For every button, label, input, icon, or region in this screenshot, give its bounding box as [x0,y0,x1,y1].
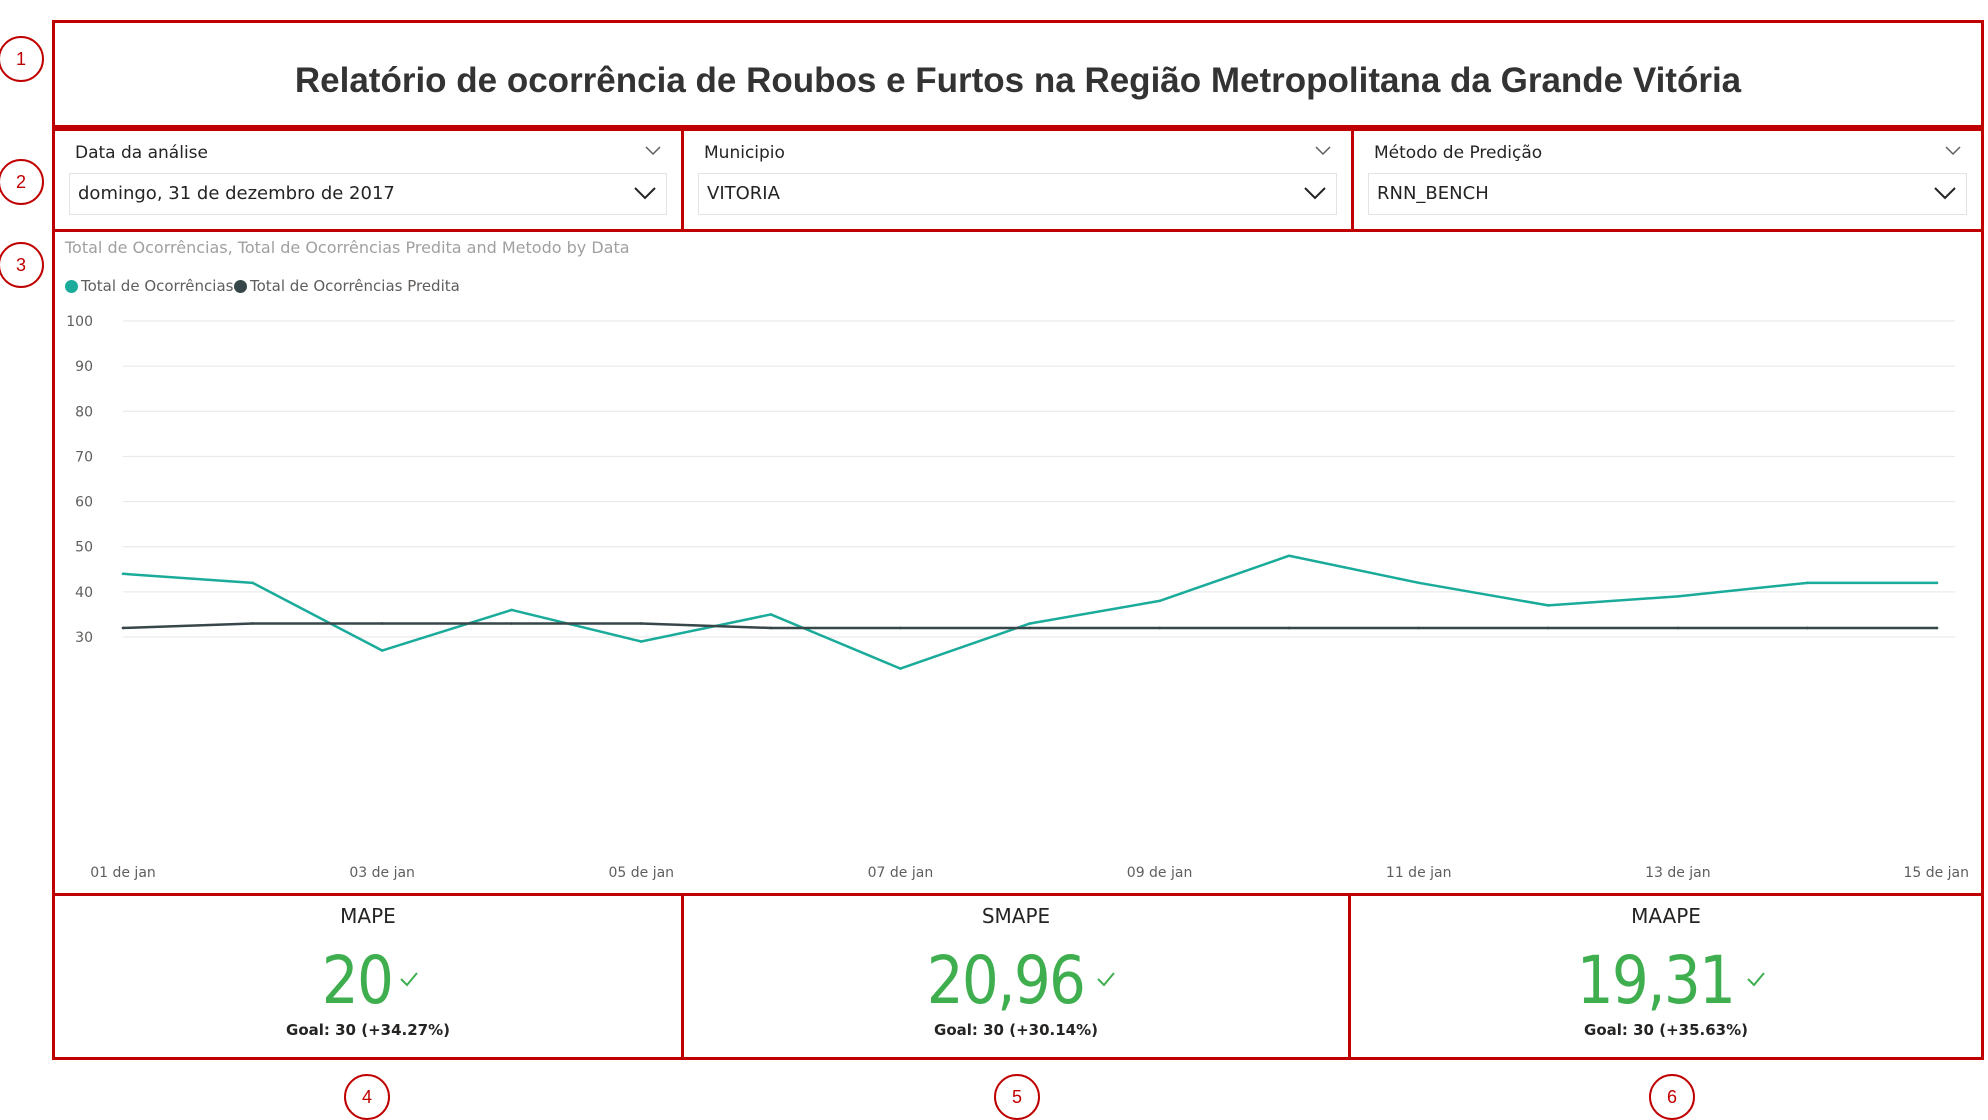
callout-3: 3 [0,242,44,288]
kpi-name: MAPE [340,904,396,928]
callout-4: 4 [344,1074,390,1120]
municipio-dropdown-value: VITORIA [707,183,780,204]
slicer-label: Método de Predição [1374,143,1543,163]
data-point [1158,626,1161,630]
data-point [380,622,384,625]
data-point [639,640,643,643]
callout-6: 6 [1649,1074,1695,1120]
data-point [251,622,254,625]
chevron-down-icon[interactable] [1934,186,1956,200]
x-tick-label: 05 de jan [609,865,675,881]
data-point [899,667,902,670]
chevron-down-icon[interactable] [634,186,656,200]
data-point [1158,599,1161,603]
x-tick-label: 09 de jan [1127,865,1193,881]
data-point [1546,604,1550,607]
kpi-smape: SMAPE 20,96 Goal: 30 (+30.14%) [681,893,1351,1060]
data-point [1806,626,1809,630]
data-point [1028,622,1032,625]
line-chart-panel: Total de Ocorrências, Total de Ocorrênci… [52,229,1984,896]
data-point [1417,581,1421,585]
data-point [769,626,773,630]
x-tick-label: 13 de jan [1645,865,1711,881]
data-point [121,572,125,576]
kpi-maape: MAAPE 19,31 Goal: 30 (+35.63%) [1348,893,1984,1060]
data-point [1806,581,1809,585]
x-tick-label: 01 de jan [90,865,156,881]
chevron-down-icon[interactable] [1315,145,1331,157]
y-tick-label: 60 [75,495,93,511]
data-point [899,626,902,630]
y-tick-label: 30 [75,630,93,646]
checkmark-icon [1097,972,1115,987]
data-point [1935,626,1939,630]
data-point [380,649,384,652]
x-tick-label: 15 de jan [1903,865,1969,881]
data-point [1287,626,1291,630]
kpi-goal: Goal: 30 (+35.63%) [1584,1021,1748,1039]
y-tick-label: 50 [75,540,93,556]
data-point [510,608,514,612]
title-panel: Relatório de ocorrência de Roubos e Furt… [52,20,1984,128]
slicer-municipio[interactable]: Municipio VITORIA [681,128,1354,232]
report-title: Relatório de ocorrência de Roubos e Furt… [294,61,1742,100]
y-tick-label: 90 [75,359,93,375]
data-point [1417,626,1421,630]
data-point [639,622,643,625]
kpi-value: 20,96 [926,942,1086,1019]
series-line-1 [122,554,1937,670]
chevron-down-icon[interactable] [645,145,661,157]
kpi-value: 19,31 [1576,942,1736,1019]
callout-1: 1 [0,36,44,82]
data-point [1546,626,1550,630]
kpi-goal: Goal: 30 (+34.27%) [286,1021,450,1039]
data-point [251,581,254,585]
date-dropdown-value: domingo, 31 de dezembro de 2017 [78,183,395,204]
y-tick-label: 70 [75,449,93,465]
data-point [121,626,125,630]
checkmark-icon [1747,972,1765,987]
y-tick-label: 100 [66,314,93,330]
y-tick-label: 40 [75,585,93,601]
callout-2: 2 [0,159,44,205]
metodo-dropdown-value: RNN_BENCH [1377,183,1489,204]
data-point [1028,626,1032,630]
x-tick-label: 07 de jan [868,865,934,881]
slicer-label: Municipio [704,143,785,163]
slicer-label: Data da análise [75,143,208,163]
y-tick-label: 80 [75,404,93,420]
data-point [1676,595,1680,598]
kpi-value: 20 [322,942,394,1019]
callout-5: 5 [994,1074,1040,1120]
metodo-dropdown[interactable]: RNN_BENCH [1368,173,1967,215]
chevron-down-icon[interactable] [1304,186,1326,200]
municipio-dropdown[interactable]: VITORIA [698,173,1337,215]
kpi-mape: MAPE 20 Goal: 30 (+34.27%) [52,893,684,1060]
line-chart: 30 40 50 60 70 80 90 100 01 de jan 03 de jan 05 de… [66,314,1969,881]
data-point [1287,554,1291,558]
x-tick-label: 11 de jan [1386,865,1452,881]
data-point [510,622,514,625]
chevron-down-icon[interactable] [1945,145,1961,157]
slicer-data-analise[interactable]: Data da análise domingo, 31 de dezembro … [52,128,684,232]
date-dropdown[interactable]: domingo, 31 de dezembro de 2017 [69,173,667,215]
kpi-name: SMAPE [981,904,1051,928]
data-point [1676,626,1680,630]
kpi-goal: Goal: 30 (+30.14%) [934,1021,1098,1039]
kpi-name: MAAPE [1631,904,1701,928]
data-point [769,613,773,616]
data-point [1935,581,1939,585]
checkmark-icon [399,972,418,987]
slicer-metodo-predicao[interactable]: Método de Predição RNN_BENCH [1351,128,1984,232]
x-tick-label: 03 de jan [349,865,415,881]
